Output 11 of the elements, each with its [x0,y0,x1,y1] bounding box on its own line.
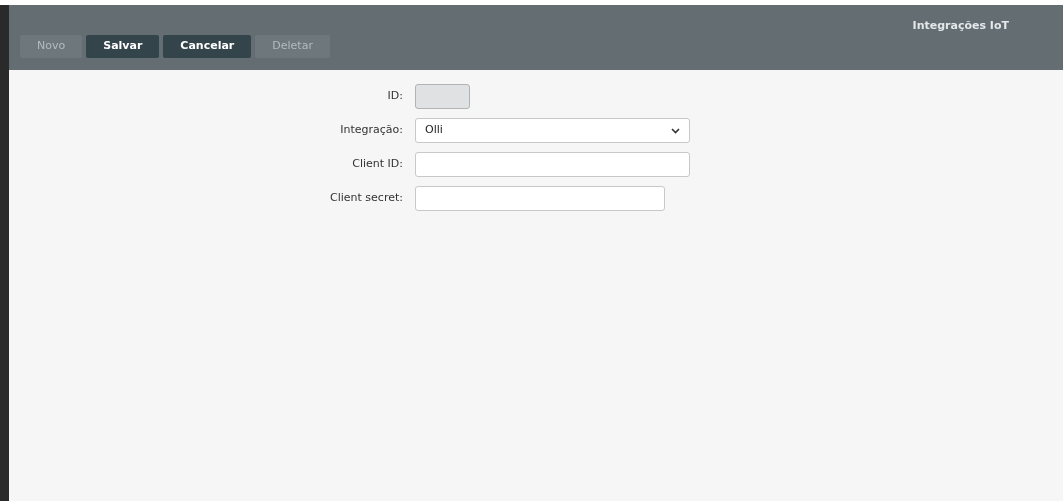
toolbar-button[interactable]: Salvar [86,35,160,58]
toolbar-button[interactable]: Cancelar [163,35,252,58]
field-label: ID: [386,88,404,105]
field-label: Integração: [339,122,404,139]
field-label: Client ID: [351,156,404,173]
field-label: Client secret: [329,190,404,207]
chevron-down-icon [671,127,680,134]
input-field[interactable] [415,152,690,177]
page-title: Integrações IoT [912,18,1009,34]
integration-dropdown[interactable]: Olli [415,118,690,143]
input-field[interactable] [415,186,665,211]
